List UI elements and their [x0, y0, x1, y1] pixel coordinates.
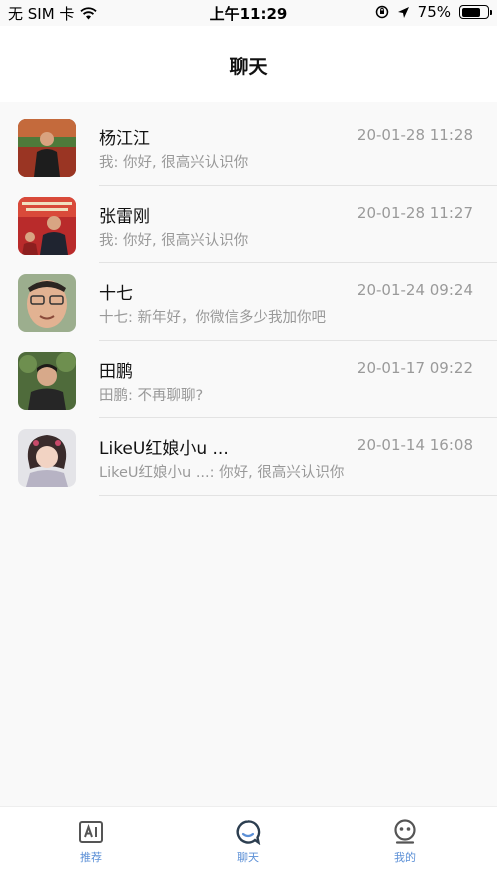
battery-fill — [461, 7, 481, 17]
avatar — [18, 196, 76, 255]
contact-name: 田鹏 — [99, 361, 133, 382]
divider — [99, 494, 497, 496]
ai-icon — [79, 821, 103, 843]
tab-label: 我的 — [394, 851, 416, 864]
chat-item[interactable]: 杨江江 20-01-28 11:28 我: 你好, 很高兴认识你 — [0, 108, 497, 186]
avatar — [18, 119, 76, 177]
message-preview: 田鹏: 不再聊聊? — [99, 387, 204, 404]
avatar — [18, 429, 76, 487]
tab-bar: 推荐 聊天 我的 — [0, 806, 497, 883]
tab-profile[interactable]: 我的 — [345, 819, 465, 865]
message-preview: 我: 你好, 很高兴认识你 — [99, 232, 249, 249]
chat-list: 杨江江 20-01-28 11:28 我: 你好, 很高兴认识你 张雷刚 20-… — [0, 108, 497, 496]
tab-label: 推荐 — [80, 851, 102, 864]
chat-item[interactable]: LikeU红娘小u ... 20-01-14 16:08 LikeU红娘小u .… — [0, 418, 497, 496]
message-time: 20-01-28 11:28 — [356, 126, 473, 144]
status-right: 75% — [375, 3, 492, 21]
message-time: 20-01-28 11:27 — [356, 203, 473, 222]
contact-name: 十七 — [99, 284, 133, 304]
location-arrow-icon — [397, 6, 409, 18]
chat-bubble-icon — [236, 820, 261, 845]
chat-item[interactable]: 张雷刚 20-01-28 11:27 我: 你好, 很高兴认识你 — [0, 186, 497, 263]
status-bar: 无 SIM 卡 上午11:29 75% — [0, 0, 497, 26]
orientation-lock-icon — [375, 5, 388, 19]
message-preview: 我: 你好, 很高兴认识你 — [99, 155, 249, 171]
contact-name: 杨江江 — [99, 129, 150, 149]
battery-icon — [459, 5, 492, 19]
contact-name: 张雷刚 — [99, 206, 150, 227]
message-time: 20-01-14 16:08 — [356, 436, 473, 454]
avatar — [18, 274, 76, 332]
message-time: 20-01-17 09:22 — [356, 358, 473, 377]
tab-recommend[interactable]: 推荐 — [31, 819, 151, 865]
tab-label: 聊天 — [237, 851, 259, 864]
battery-percent: 75% — [417, 3, 451, 21]
chat-item[interactable]: 田鹏 20-01-17 09:22 田鹏: 不再聊聊? — [0, 341, 497, 418]
tab-chat[interactable]: 聊天 — [188, 819, 308, 865]
message-preview: 十七: 新年好，你微信多少我加你吧 — [99, 310, 326, 326]
profile-face-icon — [394, 819, 416, 844]
chat-item[interactable]: 十七 20-01-24 09:24 十七: 新年好，你微信多少我加你吧 — [0, 263, 497, 341]
message-time: 20-01-24 09:24 — [356, 281, 473, 299]
page-title: 聊天 — [229, 56, 268, 78]
nav-header: 聊天 — [0, 26, 497, 102]
contact-name: LikeU红娘小u ... — [99, 439, 229, 459]
avatar — [18, 351, 76, 410]
message-preview: LikeU红娘小u ...: 你好, 很高兴认识你 — [99, 465, 345, 481]
